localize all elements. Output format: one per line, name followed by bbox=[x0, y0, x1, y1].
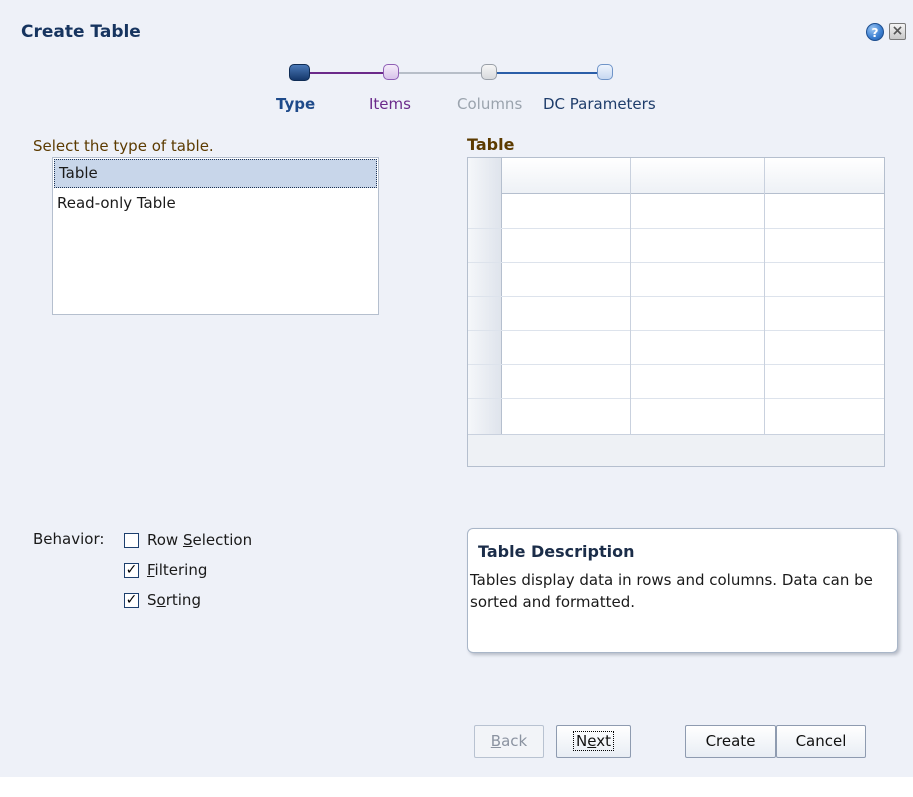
table-type-list[interactable]: Table Read-only Table bbox=[52, 157, 379, 315]
description-text: Tables display data in rows and columns.… bbox=[470, 571, 873, 611]
train-stop-items-icon[interactable] bbox=[383, 64, 399, 80]
train-connector bbox=[488, 72, 604, 74]
help-icon[interactable]: ? bbox=[866, 23, 884, 41]
back-button[interactable]: Back bbox=[474, 725, 544, 758]
create-button[interactable]: Create bbox=[685, 725, 776, 758]
type-prompt: Select the type of table. bbox=[33, 137, 214, 155]
next-button-label: Next bbox=[573, 731, 614, 751]
checkmark-icon[interactable]: ✓ bbox=[124, 592, 139, 608]
checkbox-label: Filtering bbox=[147, 561, 208, 579]
train-label-type: Type bbox=[276, 95, 316, 113]
dialog-title: Create Table bbox=[21, 22, 141, 42]
preview-row-line bbox=[468, 364, 884, 365]
next-button[interactable]: Next bbox=[556, 725, 631, 758]
train-stop-dc-parameters-icon[interactable] bbox=[597, 64, 613, 80]
preview-header-row bbox=[468, 158, 884, 194]
preview-footer bbox=[468, 434, 884, 466]
preview-column-line bbox=[630, 158, 631, 434]
preview-row-line bbox=[468, 296, 884, 297]
behavior-label: Behavior: bbox=[33, 530, 105, 548]
list-item[interactable]: Table bbox=[54, 159, 377, 188]
preview-row-line bbox=[468, 398, 884, 399]
back-button-label-rest: ack bbox=[501, 732, 528, 750]
train-connector bbox=[390, 72, 488, 74]
train-label-dc-parameters[interactable]: DC Parameters bbox=[543, 95, 656, 113]
close-icon[interactable]: × bbox=[889, 23, 906, 40]
preview-label: Table bbox=[467, 135, 515, 154]
back-button-label: B bbox=[490, 732, 502, 750]
train-connector bbox=[305, 72, 390, 74]
train-label-items[interactable]: Items bbox=[369, 95, 411, 113]
checkbox-label: Row Selection bbox=[147, 531, 253, 549]
preview-row-line bbox=[468, 330, 884, 331]
train-label-columns: Columns bbox=[457, 95, 523, 113]
sorting-checkbox[interactable]: ✓ Sorting bbox=[124, 589, 201, 611]
filtering-checkbox[interactable]: ✓ Filtering bbox=[124, 559, 207, 581]
create-table-dialog: Create Table ? × Type Items Columns DC P… bbox=[0, 0, 913, 797]
preview-row-line bbox=[468, 228, 884, 229]
checkbox-unchecked-icon[interactable] bbox=[124, 532, 139, 548]
preview-column-line bbox=[764, 158, 765, 434]
description-panel: Table Description Tables display data in… bbox=[467, 528, 898, 653]
checkbox-label: Sorting bbox=[147, 591, 201, 609]
table-preview-image bbox=[467, 157, 885, 467]
list-item[interactable]: Read-only Table bbox=[53, 189, 378, 218]
description-title: Table Description bbox=[478, 542, 635, 561]
row-selection-checkbox[interactable]: Row Selection bbox=[124, 529, 252, 551]
checkmark-icon[interactable]: ✓ bbox=[124, 562, 139, 578]
preview-row-line bbox=[468, 262, 884, 263]
train-stop-type-icon bbox=[289, 64, 310, 81]
train-stop-columns-icon bbox=[481, 64, 497, 80]
footer-strip bbox=[0, 777, 913, 797]
cancel-button[interactable]: Cancel bbox=[776, 725, 866, 758]
